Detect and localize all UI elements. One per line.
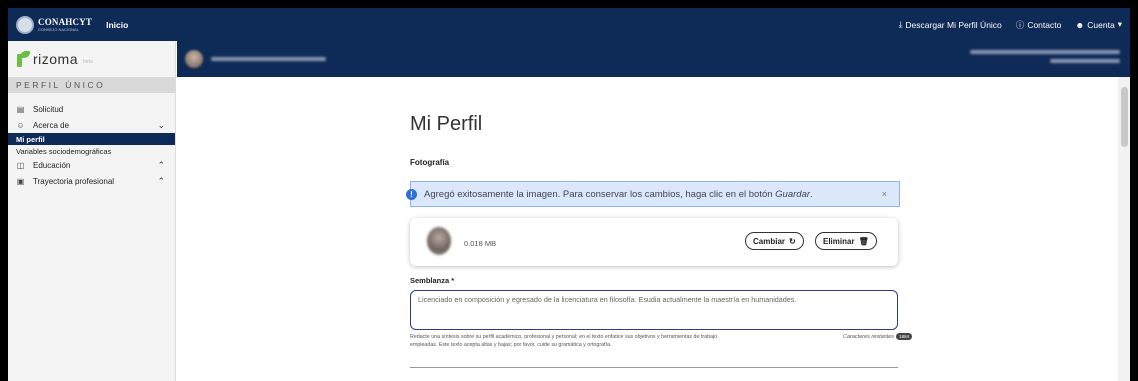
chevron-up-icon: ⌃ (157, 175, 165, 186)
badge-icon: ▣ (16, 176, 25, 186)
semblanza-label: Semblanza * (410, 276, 455, 285)
rizoma-leaf-icon (16, 51, 30, 67)
sidebar-subitem-mi-perfil[interactable]: Mi perfil (8, 133, 175, 145)
sidebar-nav: ▤ Solicitud ☺ Acerca de ⌄ Mi perfil Vari… (8, 93, 175, 189)
blurred-user-details (970, 50, 1120, 68)
change-photo-button[interactable]: Cambiar ↻ (745, 232, 804, 250)
contact-link[interactable]: ⓘ Contacto (1016, 19, 1062, 31)
download-label: Descargar Mi Perfil Único (905, 19, 1002, 30)
rizoma-wordmark: rizoma (33, 51, 79, 67)
account-label: Cuenta (1087, 19, 1115, 30)
caret-down-icon: ▾ (1117, 19, 1122, 29)
document-icon: ▤ (16, 104, 25, 114)
main-content: Mi Perfil Fotografía ! Agregó exitosamen… (177, 77, 1118, 381)
info-icon: ! (406, 189, 417, 200)
sidebar-item-label: Solicitud (33, 104, 64, 114)
character-counter: Caracteres restantes 1884 (843, 333, 913, 340)
user-icon: ☻ (1075, 19, 1085, 30)
sidebar: rizoma beta PERFIL ÚNICO ▤ Solicitud ☺ A… (8, 41, 176, 381)
top-actions: ⤓ Descargar Mi Perfil Único ⓘ Contacto ☻… (899, 19, 1122, 31)
sidebar-section-title: PERFIL ÚNICO (8, 77, 175, 93)
section-divider (410, 367, 898, 368)
delete-photo-button[interactable]: Eliminar 🗑 (815, 232, 877, 250)
change-photo-label: Cambiar (753, 236, 786, 246)
conahcyt-wordmark: CONAHCYT CONSEJO NACIONAL (38, 17, 93, 33)
download-profile-link[interactable]: ⤓ Descargar Mi Perfil Único (899, 19, 1002, 30)
help-circle-icon: ⓘ (1015, 19, 1025, 30)
rizoma-tag: beta (83, 58, 93, 65)
counter-value: 1884 (896, 333, 913, 340)
avatar (185, 50, 203, 68)
sidebar-item-label: Acerca de (33, 120, 70, 130)
delete-photo-label: Eliminar (823, 236, 855, 246)
contact-label: Contacto (1027, 19, 1062, 30)
profile-photo-thumbnail (427, 227, 451, 255)
profile-banner (177, 41, 1130, 77)
scrollbar-thumb[interactable] (1121, 87, 1128, 147)
chevron-down-icon: ⌄ (157, 119, 165, 130)
brand-subtitle: CONSEJO NACIONAL (38, 27, 79, 32)
sidebar-item-trayectoria[interactable]: ▣ Trayectoria profesional ⌃ (8, 173, 175, 189)
sidebar-subitem-variables[interactable]: Variables sociodemográficas (8, 145, 175, 157)
book-icon: ◫ (16, 160, 25, 170)
browser-page: CONAHCYT CONSEJO NACIONAL Inicio ⤓ Desca… (8, 8, 1130, 381)
rizoma-logo[interactable]: rizoma beta (8, 41, 175, 77)
photo-section-label: Fotografía (410, 158, 450, 167)
page-title: Mi Perfil (410, 113, 483, 135)
photo-card: 0.018 MB Cambiar ↻ Eliminar 🗑 (410, 218, 898, 266)
chevron-up-icon: ⌃ (157, 159, 165, 170)
photo-file-size: 0.018 MB (464, 239, 497, 248)
counter-label: Caracteres restantes (843, 333, 895, 340)
sidebar-item-solicitud[interactable]: ▤ Solicitud (8, 101, 175, 117)
sidebar-item-acerca-de[interactable]: ☺ Acerca de ⌄ (8, 117, 175, 133)
trash-icon: 🗑 (858, 236, 869, 246)
account-menu[interactable]: ☻ Cuenta ▾ (1075, 19, 1122, 30)
alert-message: Agregó exitosamente la imagen. Para cons… (424, 188, 813, 200)
conahcyt-logo[interactable]: CONAHCYT CONSEJO NACIONAL (16, 15, 93, 34)
semblanza-help-text: Redacte una síntesis sobre su perfil aca… (410, 334, 718, 348)
success-alert: ! Agregó exitosamente la imagen. Para co… (406, 181, 900, 207)
page-scrollbar[interactable] (1118, 77, 1130, 381)
close-icon[interactable]: × (882, 189, 887, 199)
home-link[interactable]: Inicio (106, 20, 128, 30)
brand-name: CONAHCYT (38, 17, 93, 27)
download-icon: ⤓ (898, 19, 903, 29)
top-bar: CONAHCYT CONSEJO NACIONAL Inicio ⤓ Desca… (8, 8, 1130, 41)
sidebar-item-label: Educación (33, 160, 71, 170)
screenshot-frame: CONAHCYT CONSEJO NACIONAL Inicio ⤓ Desca… (0, 0, 1138, 381)
sidebar-item-educacion[interactable]: ◫ Educación ⌃ (8, 157, 175, 173)
sidebar-item-label: Trayectoria profesional (33, 176, 115, 186)
refresh-camera-icon: ↻ (789, 236, 796, 246)
semblanza-textarea[interactable]: Licenciado en composición y egresado de … (410, 290, 898, 330)
blurred-user-name (211, 57, 326, 61)
conahcyt-seal-icon (16, 15, 34, 34)
person-icon: ☺ (16, 120, 25, 130)
